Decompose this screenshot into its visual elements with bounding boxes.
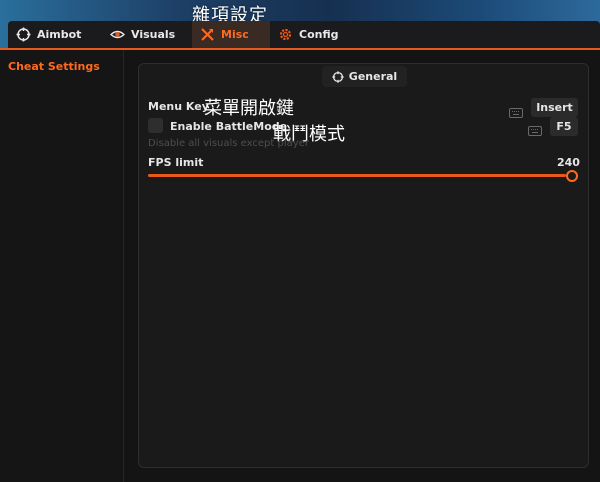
eye-icon (110, 27, 125, 42)
battle-mode-label: Enable BattleMode (170, 120, 288, 133)
panel-title-label: General (348, 70, 398, 83)
battle-mode-hint: Disable all visuals except player (148, 138, 309, 149)
menu-key-binding-button[interactable]: Insert (531, 98, 578, 117)
tools-icon (200, 27, 215, 42)
panel-title: General (322, 66, 407, 87)
menu-key-label: Menu Key (148, 100, 209, 113)
menu-key-cjk-label: 菜單開啟鍵 (204, 98, 294, 119)
battle-mode-checkbox[interactable] (148, 118, 163, 133)
tab-label: Config (299, 28, 339, 41)
gear-icon (278, 27, 293, 42)
tab-bar: Aimbot Visuals Misc Config (8, 21, 600, 48)
tab-misc[interactable]: Misc (192, 21, 270, 48)
battle-mode-key-button[interactable]: F5 (550, 117, 578, 136)
tab-label: Visuals (131, 28, 176, 41)
tab-aimbot[interactable]: Aimbot (8, 21, 102, 48)
tab-config[interactable]: Config (270, 21, 360, 48)
sidebar-item-cheat-settings[interactable]: Cheat Settings (8, 60, 100, 73)
sidebar: Cheat Settings (0, 50, 124, 482)
crosshair-icon (16, 27, 31, 42)
tab-visuals[interactable]: Visuals (102, 21, 192, 48)
tab-label: Aimbot (37, 28, 82, 41)
fps-limit-label: FPS limit (148, 156, 204, 169)
keyboard-icon (509, 103, 523, 118)
crosshair-icon (332, 70, 344, 83)
fps-limit-slider-track[interactable] (148, 174, 566, 177)
fps-limit-slider-handle[interactable] (566, 170, 578, 182)
tab-label: Misc (221, 28, 249, 41)
fps-limit-value: 240 (557, 156, 580, 169)
keyboard-icon (528, 121, 542, 136)
